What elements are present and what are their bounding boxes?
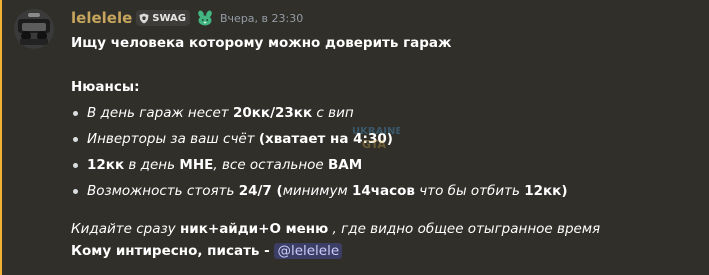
avatar-image — [14, 9, 54, 49]
bold-text: ВАМ — [328, 157, 363, 173]
bold-text: 14часов — [351, 183, 415, 199]
bold-text: 12кк — [87, 157, 125, 173]
nitro-bunny-icon[interactable] — [196, 10, 214, 26]
watermark-logo: UKRAINE GTA — [352, 126, 400, 151]
footer-line-contact: Кому интиресно, писать - @lelelele — [71, 240, 691, 262]
bullet-icon — [73, 111, 78, 116]
message-title: Ищу человека которому можно доверить гар… — [71, 35, 452, 51]
message-footer: Кидайте сразу ник+айди+О меню , где видн… — [71, 218, 691, 262]
user-avatar[interactable] — [14, 9, 54, 49]
nuance-list-item: Возможность стоять 24/7 (минимум 14часов… — [71, 178, 691, 204]
bold-text: ( — [271, 183, 283, 199]
italic-text: что бы отбить — [414, 183, 525, 199]
italic-text: минимум — [282, 183, 352, 199]
bold-text: ) — [561, 183, 568, 199]
user-mention[interactable]: @lelelele — [274, 243, 343, 259]
username[interactable]: lelelele — [71, 9, 132, 27]
guild-tag-badge[interactable]: SWAG — [136, 10, 190, 26]
message-timestamp[interactable]: Вчера, в 23:30 — [220, 12, 303, 25]
svg-text:UKRAINE: UKRAINE — [352, 126, 400, 137]
svg-text:GTA: GTA — [362, 138, 386, 151]
italic-text: с вип — [312, 105, 354, 121]
italic-text: , все остальное — [213, 157, 329, 173]
footer-line-instructions: Кидайте сразу ник+айди+О меню , где видн… — [71, 218, 691, 240]
italic-text: в день — [124, 157, 180, 173]
italic-text: Кидайте сразу — [71, 221, 180, 237]
shield-icon — [139, 13, 149, 24]
guild-tag-label: SWAG — [152, 12, 186, 24]
bullet-icon — [73, 137, 78, 142]
bold-text: МНЕ — [179, 157, 214, 173]
italic-text: Инверторы за ваш счёт — [87, 131, 259, 147]
italic-text: , где видно общее отыгранное время — [328, 221, 601, 237]
italic-text: Возможность стоять — [87, 183, 239, 199]
bold-text: 24/7 — [238, 183, 272, 199]
contact-text: Кому интиресно, писать - — [71, 243, 275, 259]
bullet-icon — [73, 163, 78, 168]
highlight-accent-bar — [0, 0, 2, 275]
italic-text: В день гараж несет — [87, 105, 233, 121]
bold-text: 20кк/23кк — [232, 105, 313, 121]
message-header: lelelele SWAG Вчера, в 23:30 — [71, 8, 303, 28]
nuances-heading: Нюансы: — [71, 79, 140, 95]
bold-text: 12кк — [524, 183, 562, 199]
bullet-icon — [73, 189, 78, 194]
bold-text: ник+айди+О меню — [179, 221, 329, 237]
chat-message: lelelele SWAG Вчера, в 23:30 Ищу человек… — [0, 0, 709, 275]
